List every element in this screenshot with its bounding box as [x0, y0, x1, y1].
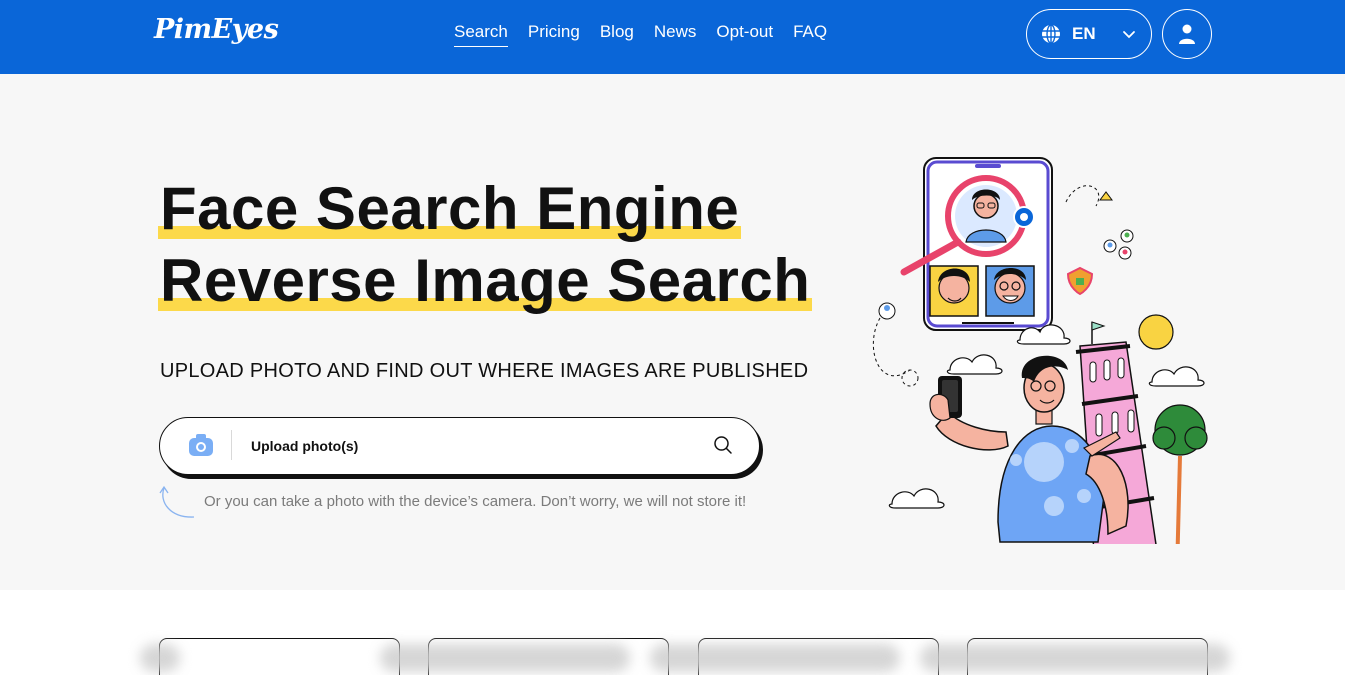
hero-title-line-2: Reverse Image Search	[157, 247, 813, 314]
search-icon[interactable]	[713, 435, 733, 455]
blurred-content	[650, 644, 900, 672]
globe-icon	[1042, 24, 1060, 44]
upload-photo-bar[interactable]: Upload photo(s)	[159, 417, 760, 475]
chevron-down-icon	[1123, 31, 1135, 39]
account-button[interactable]	[1162, 9, 1212, 59]
nav-blog[interactable]: Blog	[600, 22, 634, 47]
hero-illustration	[872, 157, 1208, 544]
logo-text: PimEyes	[154, 14, 279, 45]
hero-subtitle: UPLOAD PHOTO AND FIND OUT WHERE IMAGES A…	[160, 360, 809, 382]
blurred-content	[380, 644, 630, 672]
top-navbar: PimEyes Search Pricing Blog News Opt-out…	[0, 0, 1345, 74]
blurred-content	[140, 644, 180, 672]
nav-opt-out[interactable]: Opt-out	[716, 22, 773, 47]
feature-card	[159, 638, 400, 675]
camera-hint: Or you can take a photo with the device’…	[204, 493, 747, 510]
curved-arrow-icon	[159, 485, 195, 518]
nav-news[interactable]: News	[654, 22, 697, 47]
blurred-content	[920, 644, 1230, 672]
nav-pricing[interactable]: Pricing	[528, 22, 580, 47]
camera-icon[interactable]	[188, 432, 214, 458]
user-icon	[1179, 24, 1195, 44]
nav-search[interactable]: Search	[454, 22, 508, 47]
pimeyes-logo[interactable]: PimEyes	[154, 14, 279, 45]
upload-label: Upload photo(s)	[251, 438, 359, 454]
hero-section: Face Search Engine Reverse Image Search …	[0, 74, 1345, 590]
language-selector[interactable]: EN	[1026, 9, 1152, 59]
upload-divider	[231, 430, 232, 460]
language-code: EN	[1072, 24, 1096, 43]
features-strip	[0, 590, 1345, 675]
nav-faq[interactable]: FAQ	[793, 22, 827, 47]
main-menu: Search Pricing Blog News Opt-out FAQ	[454, 22, 847, 47]
hero-title-line-1: Face Search Engine	[157, 175, 742, 242]
